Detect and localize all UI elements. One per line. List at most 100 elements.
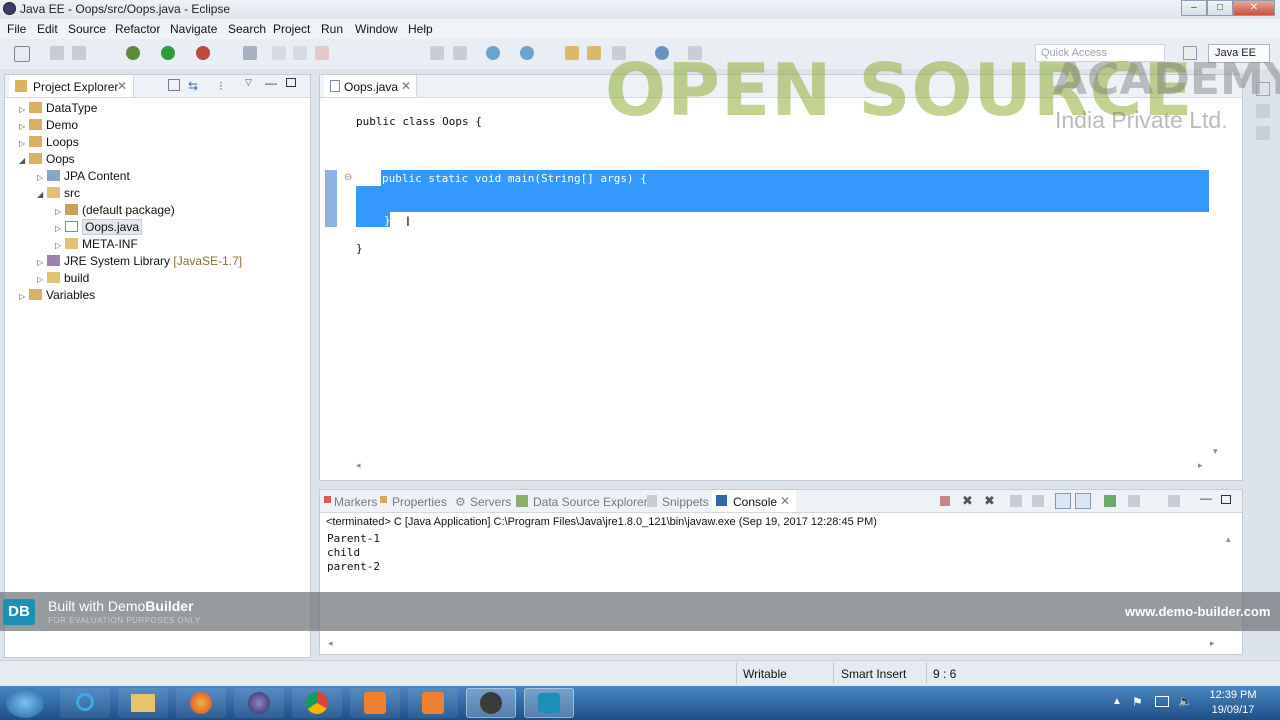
menu-refactor[interactable]: Refactor (115, 22, 160, 36)
action-center-flag-icon[interactable]: ⚑ (1132, 695, 1143, 709)
tree-item-oops[interactable]: ◢ Oops (19, 152, 75, 166)
tab-properties[interactable]: Properties (392, 495, 447, 509)
open-console-icon[interactable] (1168, 495, 1180, 507)
volume-icon[interactable]: 🔈 (1178, 694, 1193, 708)
expand-arrow-icon[interactable]: ▷ (37, 275, 47, 284)
scroll-right-icon[interactable]: ▸ (1198, 460, 1203, 471)
menu-edit[interactable]: Edit (37, 22, 58, 36)
code-line-class-close[interactable]: } (356, 242, 363, 255)
tree-item-jpa-content[interactable]: ▷ JPA Content (37, 169, 130, 183)
expand-arrow-icon[interactable]: ▷ (19, 122, 29, 131)
suspend-icon[interactable] (293, 46, 307, 60)
taskbar-eclipse-java-ee[interactable] (466, 688, 516, 718)
tree-item-variables[interactable]: ▷ Variables (19, 288, 95, 302)
tree-item-build[interactable]: ▷ build (37, 271, 89, 285)
network-icon[interactable] (1155, 696, 1169, 707)
menu-search[interactable]: Search (228, 22, 266, 36)
link-with-editor-icon[interactable]: ⇆ (188, 79, 198, 93)
start-button[interactable] (6, 688, 44, 718)
taskbar-app-camera[interactable] (408, 688, 458, 718)
maximize-button[interactable]: □ (1207, 0, 1233, 16)
taskbar-app-orange[interactable] (350, 688, 400, 718)
expand-arrow-icon[interactable]: ▷ (55, 241, 65, 250)
new-java-class-icon[interactable] (520, 46, 534, 60)
terminate-console-icon[interactable] (940, 496, 950, 506)
maximize-view-icon[interactable] (286, 78, 296, 87)
pin-console-icon[interactable] (1104, 495, 1116, 507)
minimize-view-icon[interactable]: — (265, 76, 277, 90)
restore-icon[interactable] (1256, 82, 1270, 96)
tab-console[interactable]: Console ✕ (712, 490, 796, 512)
scroll-down-icon[interactable]: ▾ (1213, 446, 1218, 457)
taskbar-demo-builder[interactable] (524, 688, 574, 718)
close-button[interactable]: ✕ (1233, 0, 1275, 16)
expand-arrow-icon[interactable]: ▷ (55, 207, 65, 216)
clock-date[interactable]: 19/09/17 (1209, 704, 1257, 716)
taskbar-firefox[interactable] (176, 688, 226, 718)
code-line-class-decl[interactable]: public class Oops { (356, 115, 482, 128)
close-icon[interactable]: ✕ (401, 79, 411, 93)
collapse-arrow-icon[interactable]: ◢ (37, 190, 47, 199)
close-icon[interactable]: ✕ (780, 494, 790, 508)
tree-item-demo[interactable]: ▷ Demo (19, 118, 78, 132)
display-console-icon[interactable] (1128, 495, 1140, 507)
show-on-stdout-icon[interactable] (1055, 493, 1071, 509)
view-menu-icon[interactable]: ⁝ (219, 79, 223, 93)
save-icon[interactable] (50, 46, 64, 60)
tab-data-source-explorer[interactable]: Data Source Explorer (533, 495, 648, 509)
tab-snippets[interactable]: Snippets (662, 495, 709, 509)
collapse-all-icon[interactable] (168, 79, 180, 91)
save-all-icon[interactable] (72, 46, 86, 60)
fold-collapse-icon[interactable]: ⊖ (344, 172, 352, 183)
show-on-stderr-icon[interactable] (1075, 493, 1091, 509)
debug-icon[interactable] (126, 46, 140, 60)
scroll-left-icon[interactable]: ◂ (356, 460, 361, 471)
expand-arrow-icon[interactable]: ▷ (37, 258, 47, 267)
clear-console-icon[interactable] (1010, 495, 1022, 507)
taskbar-file-explorer[interactable] (118, 688, 168, 718)
drop-to-frame-icon[interactable] (430, 46, 444, 60)
run-external-tools-icon[interactable] (196, 46, 210, 60)
tree-item-loops[interactable]: ▷ Loops (19, 135, 79, 149)
tree-item-src[interactable]: ◢ src (37, 186, 80, 200)
run-icon[interactable] (161, 46, 175, 60)
minimize-view-icon[interactable]: — (1200, 491, 1212, 505)
remove-all-terminated-icon[interactable]: ✖ (984, 493, 995, 509)
tab-oops-java[interactable]: Oops.java ✕ (324, 75, 417, 97)
expand-arrow-icon[interactable]: ▷ (19, 292, 29, 301)
step-filters-icon[interactable] (453, 46, 467, 60)
remove-launch-icon[interactable]: ✖ (962, 493, 973, 509)
close-icon[interactable]: ✕ (117, 79, 127, 93)
menu-navigate[interactable]: Navigate (170, 22, 217, 36)
menu-project[interactable]: Project (273, 22, 310, 36)
tree-item-jre-system-library[interactable]: ▷ JRE System Library [JavaSE-1.7] (37, 254, 242, 268)
taskbar-internet-explorer[interactable] (60, 688, 110, 718)
skip-breakpoints-icon[interactable] (243, 46, 257, 60)
menu-run[interactable]: Run (321, 22, 343, 36)
collapse-arrow-icon[interactable]: ◢ (19, 156, 29, 165)
tree-item-datatype[interactable]: ▷ DataType (19, 101, 97, 115)
tree-item-meta-inf[interactable]: ▷ META-INF (55, 237, 138, 251)
minimize-button[interactable]: – (1181, 0, 1207, 16)
menu-window[interactable]: Window (355, 22, 398, 36)
tree-item-default-package[interactable]: ▷ (default package) (55, 203, 175, 217)
tab-servers[interactable]: Servers (470, 495, 511, 509)
clock-time[interactable]: 12:39 PM (1209, 689, 1257, 701)
open-resource-icon[interactable] (587, 46, 601, 60)
expand-arrow-icon[interactable]: ▷ (55, 224, 65, 233)
menu-source[interactable]: Source (68, 22, 106, 36)
scroll-left-icon[interactable]: ◂ (328, 638, 333, 649)
taskbar-chrome[interactable] (292, 688, 342, 718)
menu-file[interactable]: File (7, 22, 26, 36)
tab-markers[interactable]: Markers (334, 495, 377, 509)
menu-help[interactable]: Help (408, 22, 433, 36)
new-server-icon[interactable] (486, 46, 500, 60)
open-type-icon[interactable] (565, 46, 579, 60)
resume-icon[interactable] (272, 46, 286, 60)
code-line-main-close[interactable]: } (384, 214, 391, 227)
new-icon[interactable] (14, 46, 30, 62)
taskbar-eclipse[interactable] (234, 688, 284, 718)
tab-project-explorer[interactable]: Project Explorer ✕ (9, 75, 134, 97)
scroll-up-icon[interactable]: ▴ (1226, 534, 1231, 545)
terminate-icon[interactable] (315, 46, 329, 60)
